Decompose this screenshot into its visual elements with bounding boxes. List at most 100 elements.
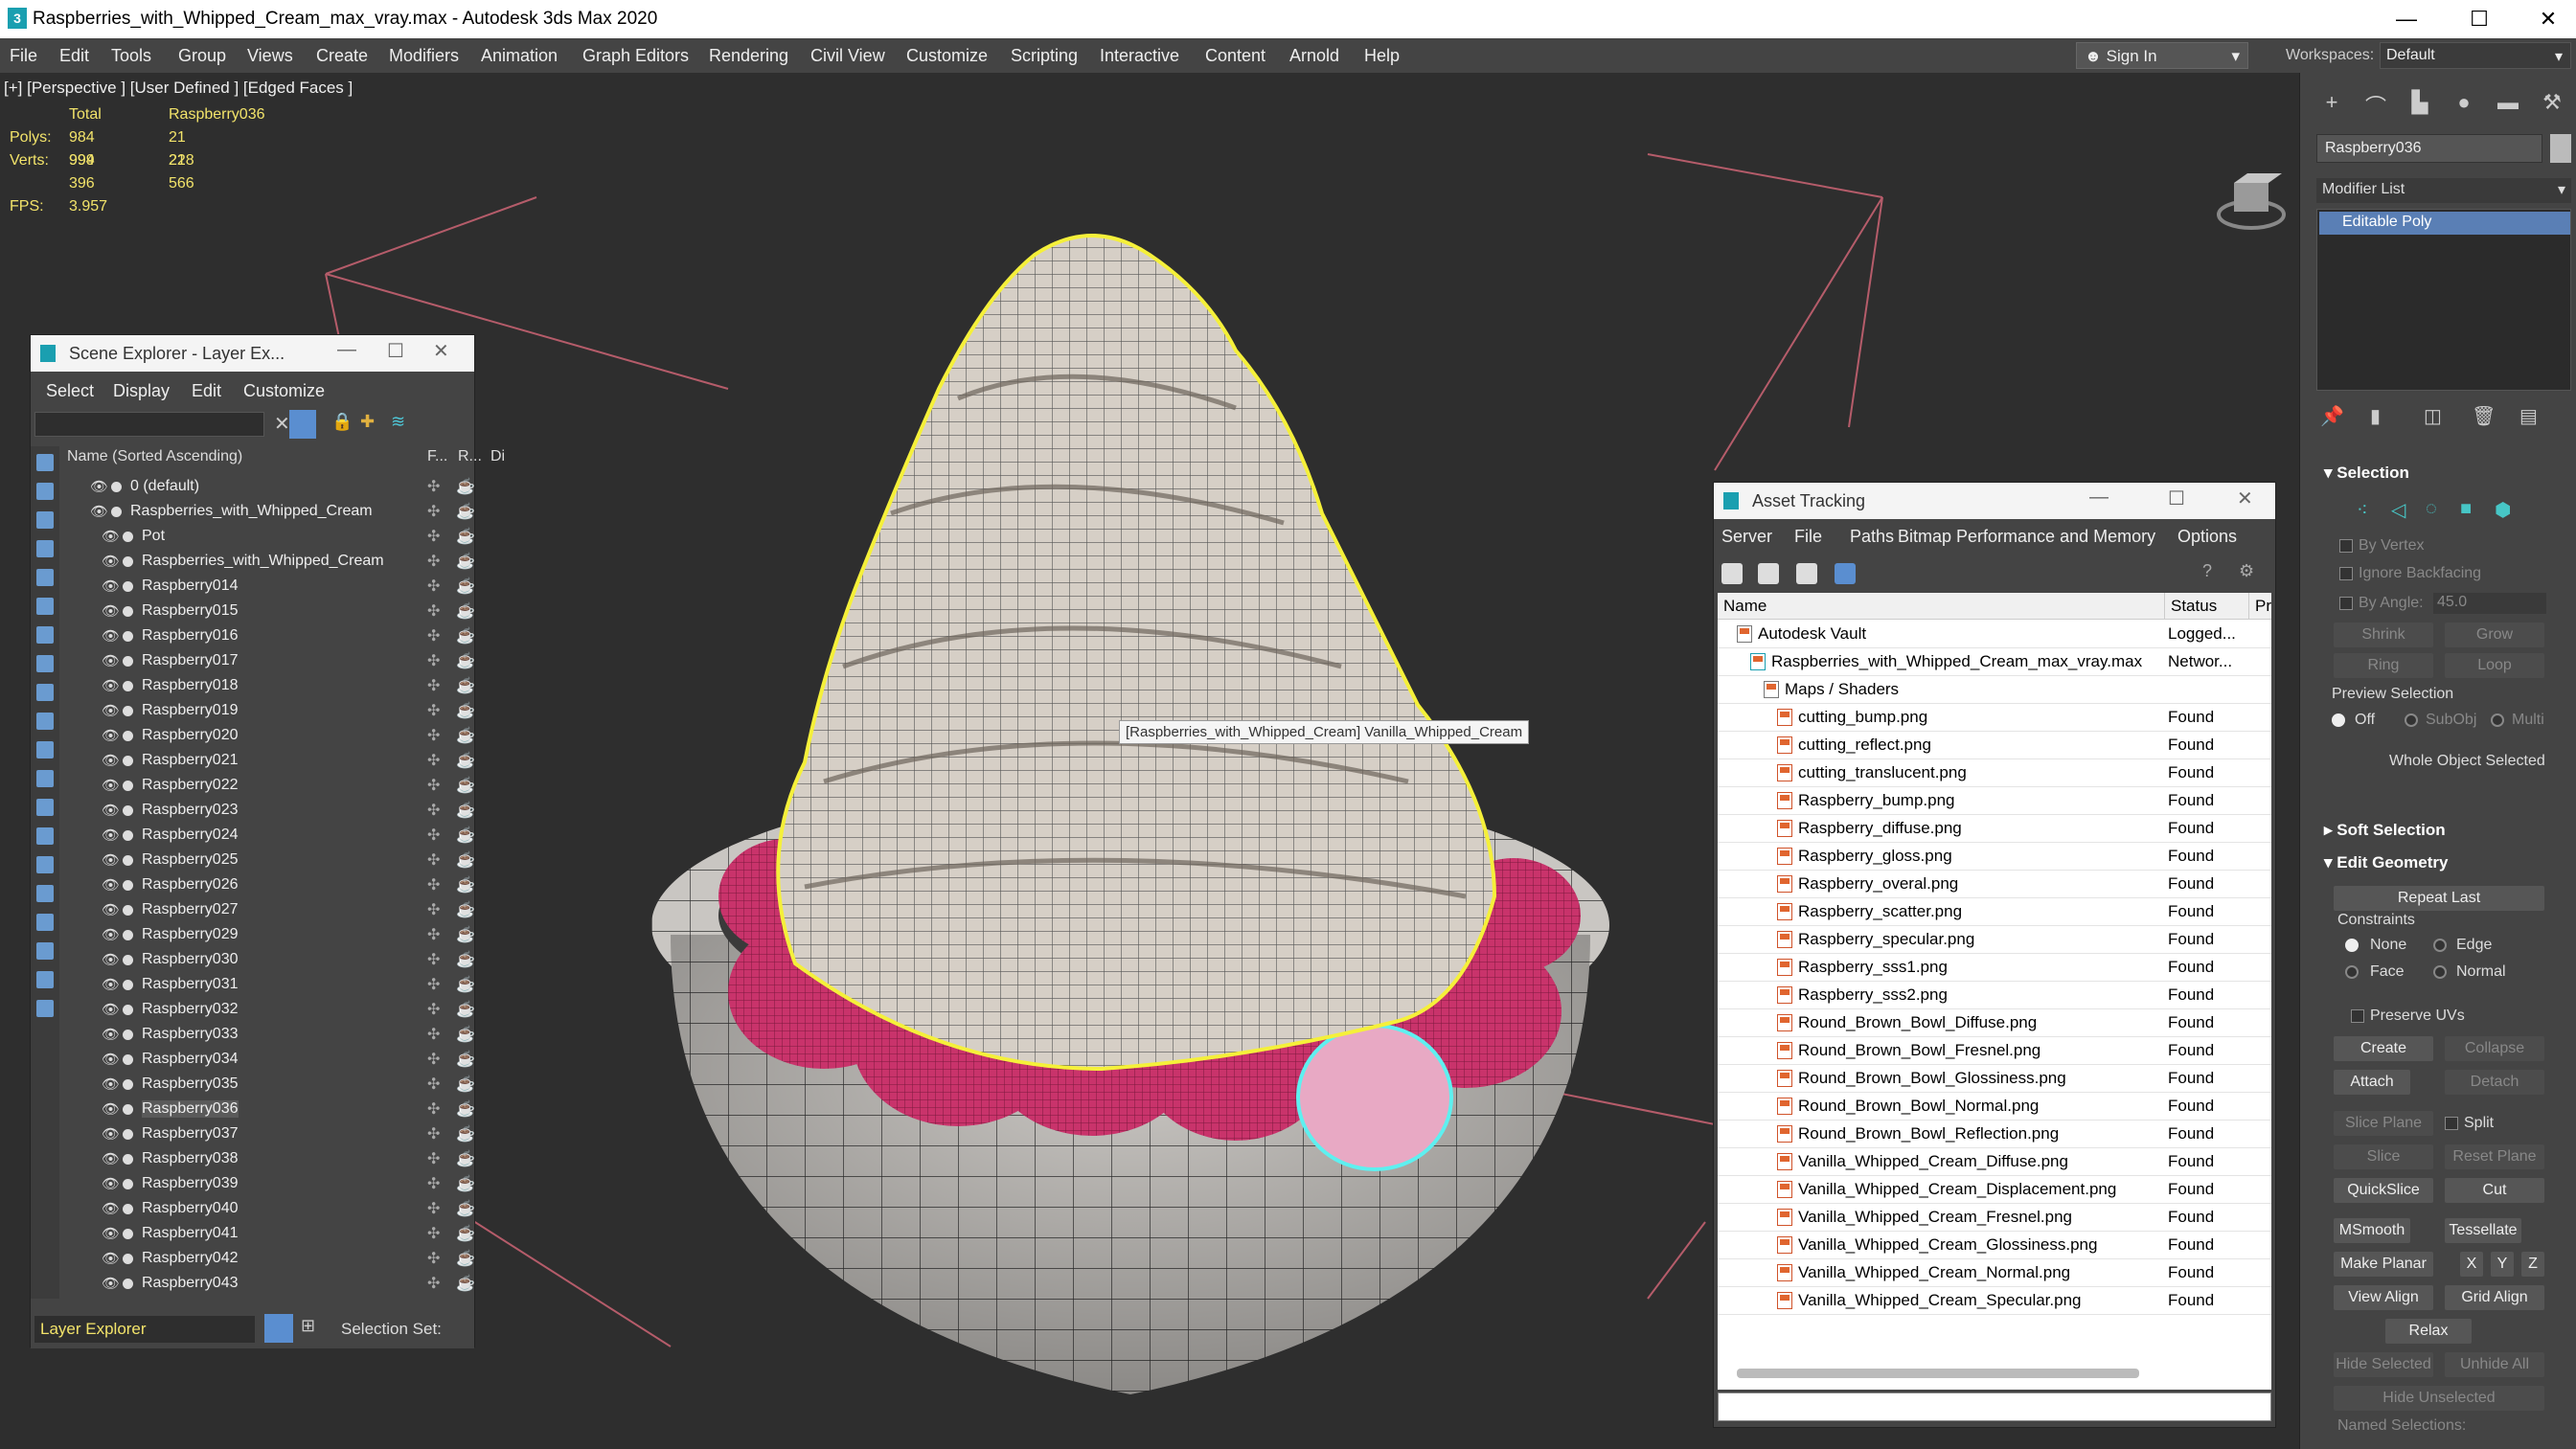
hierarchy-tab-icon[interactable]: ▙ bbox=[2405, 90, 2434, 119]
tree-row[interactable]: 👁 Raspberry018 ✣ ☕ bbox=[59, 674, 475, 699]
view-align-button[interactable]: View Align bbox=[2334, 1285, 2433, 1310]
create-tab-icon[interactable]: + bbox=[2317, 90, 2346, 119]
constraint-normal-radio[interactable] bbox=[2433, 965, 2447, 979]
modify-tab-icon[interactable]: ⌒ bbox=[2361, 90, 2390, 119]
filter-toggle-icon[interactable] bbox=[36, 713, 54, 730]
col-name-header[interactable]: Name bbox=[1718, 593, 2164, 620]
asset-row[interactable]: Raspberry_gloss.png Found bbox=[1718, 843, 2271, 871]
filter-toggle-icon[interactable] bbox=[36, 856, 54, 873]
renderable-icon[interactable]: ☕ bbox=[456, 651, 475, 670]
menu-tools[interactable]: Tools bbox=[111, 46, 151, 66]
freeze-icon[interactable]: ✣ bbox=[427, 925, 440, 944]
freeze-icon[interactable]: ✣ bbox=[427, 1050, 440, 1069]
menu-rendering[interactable]: Rendering bbox=[709, 46, 788, 66]
freeze-icon[interactable]: ✣ bbox=[427, 651, 440, 670]
ring-button[interactable]: Ring bbox=[2334, 653, 2433, 678]
visibility-eye-icon[interactable]: 👁 bbox=[102, 677, 120, 694]
asset-row[interactable]: Round_Brown_Bowl_Reflection.png Found bbox=[1718, 1121, 2271, 1148]
menu-interactive[interactable]: Interactive bbox=[1100, 46, 1179, 66]
preview-multi-radio[interactable] bbox=[2491, 713, 2504, 727]
renderable-icon[interactable]: ☕ bbox=[456, 726, 475, 745]
split-checkbox[interactable] bbox=[2445, 1117, 2458, 1130]
vertex-icon[interactable]: ⁖ bbox=[2357, 498, 2368, 522]
visibility-eye-icon[interactable]: 👁 bbox=[102, 976, 120, 993]
maximize-button[interactable]: ☐ bbox=[2451, 4, 2508, 34]
shrink-button[interactable]: Shrink bbox=[2334, 623, 2433, 647]
visibility-eye-icon[interactable]: 👁 bbox=[102, 1125, 120, 1143]
tree-row[interactable]: 👁 Raspberry041 ✣ ☕ bbox=[59, 1222, 475, 1247]
renderable-icon[interactable]: ☕ bbox=[456, 1075, 475, 1094]
layer-explorer-dropdown[interactable]: Layer Explorer bbox=[34, 1316, 255, 1343]
menu-modifiers[interactable]: Modifiers bbox=[389, 46, 459, 66]
freeze-icon[interactable]: ✣ bbox=[427, 1274, 440, 1293]
freeze-icon[interactable]: ✣ bbox=[427, 875, 440, 894]
visibility-eye-icon[interactable]: 👁 bbox=[102, 1001, 120, 1018]
visibility-eye-icon[interactable]: 👁 bbox=[102, 1175, 120, 1192]
freeze-icon[interactable]: ✣ bbox=[427, 1249, 440, 1268]
asset-row[interactable]: Vanilla_Whipped_Cream_Normal.png Found bbox=[1718, 1259, 2271, 1287]
filter-toggle-icon[interactable] bbox=[36, 540, 54, 557]
angle-spinner[interactable]: 45.0 bbox=[2433, 593, 2546, 614]
asset-row[interactable]: Raspberry_sss1.png Found bbox=[1718, 954, 2271, 982]
asset-row[interactable]: Raspberry_scatter.png Found bbox=[1718, 898, 2271, 926]
renderable-icon[interactable]: ☕ bbox=[456, 552, 475, 571]
freeze-icon[interactable]: ✣ bbox=[427, 776, 440, 795]
detach-button[interactable]: Detach bbox=[2445, 1070, 2544, 1095]
workspace-select[interactable]: Default ▾ bbox=[2380, 42, 2571, 69]
asset-row[interactable]: Round_Brown_Bowl_Fresnel.png Found bbox=[1718, 1037, 2271, 1065]
renderable-icon[interactable]: ☕ bbox=[456, 502, 475, 521]
freeze-icon[interactable]: ✣ bbox=[427, 1099, 440, 1119]
visibility-eye-icon[interactable]: 👁 bbox=[102, 1250, 120, 1267]
renderable-icon[interactable]: ☕ bbox=[456, 577, 475, 596]
filter-toggle-icon[interactable] bbox=[36, 770, 54, 787]
constraint-none-radio[interactable] bbox=[2345, 939, 2359, 952]
freeze-icon[interactable]: ✣ bbox=[427, 1124, 440, 1143]
visibility-eye-icon[interactable]: 👁 bbox=[102, 901, 120, 918]
pin-stack-icon[interactable]: 📌 bbox=[2320, 404, 2344, 428]
filter-toggle-icon[interactable] bbox=[36, 1000, 54, 1017]
freeze-icon[interactable]: ✣ bbox=[427, 477, 440, 496]
grid-align-button[interactable]: Grid Align bbox=[2445, 1285, 2544, 1310]
tree-row[interactable]: 👁 Raspberries_with_Whipped_Cream ✣ ☕ bbox=[59, 500, 475, 525]
loop-button[interactable]: Loop bbox=[2445, 653, 2544, 678]
display-tab-icon[interactable]: ▬ bbox=[2494, 90, 2522, 119]
filter-toggle-icon[interactable] bbox=[36, 885, 54, 902]
relax-button[interactable]: Relax bbox=[2385, 1319, 2472, 1344]
visibility-eye-icon[interactable]: 👁 bbox=[102, 851, 120, 869]
tree-row[interactable]: 👁 0 (default) ✣ ☕ bbox=[59, 475, 475, 500]
tree-row[interactable]: 👁 Raspberry020 ✣ ☕ bbox=[59, 724, 475, 749]
tree-row[interactable]: 👁 Raspberry027 ✣ ☕ bbox=[59, 898, 475, 923]
quickslice-button[interactable]: QuickSlice bbox=[2334, 1178, 2433, 1203]
renderable-icon[interactable]: ☕ bbox=[456, 900, 475, 919]
se-menu-display[interactable]: Display bbox=[113, 381, 170, 401]
edit-geometry-rollout-header[interactable]: ▾ Edit Geometry bbox=[2324, 853, 2448, 872]
se-menu-select[interactable]: Select bbox=[46, 381, 94, 401]
renderable-icon[interactable]: ☕ bbox=[456, 1249, 475, 1268]
asset-row[interactable]: Raspberry_specular.png Found bbox=[1718, 926, 2271, 954]
tree-row[interactable]: 👁 Raspberry023 ✣ ☕ bbox=[59, 799, 475, 824]
visibility-eye-icon[interactable]: 👁 bbox=[102, 802, 120, 819]
freeze-icon[interactable]: ✣ bbox=[427, 975, 440, 994]
asset-row[interactable]: Maps / Shaders bbox=[1718, 676, 2271, 704]
renderable-icon[interactable]: ☕ bbox=[456, 527, 475, 546]
filter-toggle-icon[interactable] bbox=[36, 454, 54, 471]
renderable-icon[interactable]: ☕ bbox=[456, 826, 475, 845]
renderable-icon[interactable]: ☕ bbox=[456, 1025, 475, 1044]
help-icon[interactable]: ? bbox=[2202, 561, 2212, 581]
tree-row[interactable]: 👁 Raspberry038 ✣ ☕ bbox=[59, 1147, 475, 1172]
asset-row[interactable]: Round_Brown_Bowl_Diffuse.png Found bbox=[1718, 1009, 2271, 1037]
freeze-icon[interactable]: ✣ bbox=[427, 701, 440, 720]
table-view-icon[interactable] bbox=[1835, 563, 1856, 584]
tree-row[interactable]: 👁 Raspberry030 ✣ ☕ bbox=[59, 948, 475, 973]
show-end-result-icon[interactable]: ▮ bbox=[2370, 404, 2381, 428]
lock-icon[interactable]: 🔒 bbox=[331, 412, 353, 432]
visibility-eye-icon[interactable]: 👁 bbox=[102, 528, 120, 545]
visibility-eye-icon[interactable]: 👁 bbox=[102, 1100, 120, 1118]
tessellate-button[interactable]: Tessellate bbox=[2445, 1218, 2521, 1243]
tree-row[interactable]: 👁 Pot ✣ ☕ bbox=[59, 525, 475, 550]
renderable-icon[interactable]: ☕ bbox=[456, 950, 475, 969]
maximize-button[interactable]: ☐ bbox=[2168, 487, 2185, 510]
make-planar-x-button[interactable]: X bbox=[2460, 1252, 2483, 1277]
motion-tab-icon[interactable]: ● bbox=[2450, 90, 2478, 119]
freeze-icon[interactable]: ✣ bbox=[427, 850, 440, 870]
